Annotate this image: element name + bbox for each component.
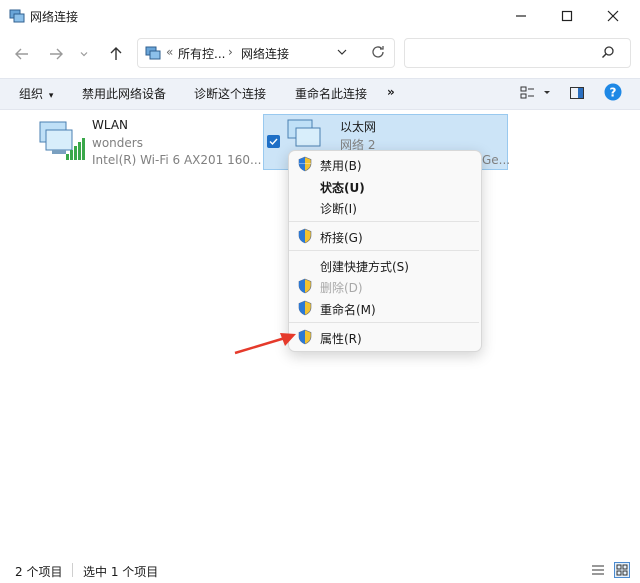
item-network: wonders — [92, 136, 143, 150]
item-name: 以太网 — [340, 120, 377, 134]
selected-count: 选中 1 个项目 — [83, 565, 159, 579]
organize-menu-button[interactable]: 组织 ▾ — [19, 85, 53, 102]
minimize-button[interactable] — [498, 0, 544, 32]
menu-separator — [289, 250, 479, 251]
uac-shield-icon — [298, 300, 312, 316]
arrow-left-icon — [15, 48, 28, 60]
diagnose-connection-button[interactable]: 诊断这个连接 — [194, 85, 266, 102]
menu-item-create-shortcut[interactable]: 创建快捷方式(S) — [320, 258, 409, 275]
menu-item-bridge[interactable]: 桥接(G) — [320, 229, 363, 246]
maximize-icon — [561, 10, 573, 22]
preview-pane-icon — [570, 87, 584, 99]
preview-pane-button[interactable] — [569, 85, 585, 101]
annotation-arrow-icon — [234, 333, 296, 355]
forward-button[interactable] — [42, 40, 70, 68]
ethernet-adapter-icon — [287, 119, 321, 147]
search-icon — [602, 46, 614, 58]
item-name: WLAN — [92, 118, 129, 132]
menu-separator — [289, 221, 479, 222]
item-adapter: Intel(R) Wi-Fi 6 AX201 160... — [92, 153, 262, 167]
item-adapter: Ge... — [482, 153, 511, 167]
menu-item-diagnose[interactable]: 诊断(I) — [320, 200, 357, 217]
view-options-icon — [520, 86, 550, 99]
svg-text:?: ? — [610, 86, 617, 100]
breadcrumb-item-network-connections[interactable]: 网络连接 — [241, 45, 289, 62]
control-panel-icon — [145, 46, 161, 60]
maximize-button[interactable] — [544, 0, 590, 32]
rename-connection-button[interactable]: 重命名此连接 — [295, 85, 367, 102]
menu-separator — [289, 322, 479, 323]
refresh-icon — [372, 46, 384, 58]
refresh-button[interactable] — [370, 44, 386, 60]
help-icon: ? — [604, 83, 622, 101]
item-checkbox[interactable] — [267, 135, 280, 148]
chevron-down-icon — [337, 49, 347, 55]
search-input[interactable] — [404, 38, 631, 68]
organize-label: 组织 — [19, 87, 44, 101]
arrow-right-icon — [50, 48, 63, 60]
chevron-down-icon — [80, 52, 88, 57]
disable-device-button[interactable]: 禁用此网络设备 — [82, 85, 166, 102]
breadcrumb-separator[interactable]: › — [228, 45, 233, 59]
minimize-icon — [516, 15, 526, 17]
breadcrumb-overflow[interactable]: « — [166, 45, 173, 59]
change-view-button[interactable] — [520, 85, 556, 101]
checkmark-icon — [269, 138, 278, 146]
details-view-icon — [592, 565, 604, 575]
address-dropdown-button[interactable] — [336, 46, 352, 60]
arrow-up-icon — [110, 47, 122, 60]
status-divider — [72, 563, 73, 577]
chevron-down-icon: ▾ — [48, 91, 54, 101]
details-view-button[interactable] — [591, 563, 607, 577]
uac-shield-icon — [298, 228, 312, 244]
menu-item-status[interactable]: 状态(U) — [320, 179, 365, 196]
more-commands-button[interactable]: » — [387, 85, 395, 99]
tiles-view-button[interactable] — [614, 562, 630, 578]
window-title: 网络连接 — [30, 10, 79, 24]
uac-shield-icon — [298, 278, 312, 294]
menu-item-delete: 删除(D) — [320, 281, 363, 295]
close-button[interactable] — [590, 0, 636, 32]
item-count: 2 个项目 — [15, 565, 63, 579]
up-button[interactable] — [102, 40, 130, 68]
uac-shield-icon — [298, 156, 312, 172]
network-connections-icon — [9, 9, 25, 23]
search-button[interactable] — [601, 45, 617, 61]
close-icon — [607, 10, 619, 22]
wireless-adapter-icon — [39, 121, 85, 160]
tiles-view-icon — [616, 564, 628, 576]
recent-locations-button[interactable] — [74, 40, 94, 68]
menu-item-rename[interactable]: 重命名(M) — [320, 301, 376, 318]
back-button[interactable] — [8, 40, 36, 68]
breadcrumb-item-control-panel[interactable]: 所有控... — [178, 45, 225, 62]
help-button[interactable]: ? — [604, 83, 622, 101]
menu-item-disable[interactable]: 禁用(B) — [320, 157, 362, 174]
menu-item-properties[interactable]: 属性(R) — [320, 330, 362, 347]
